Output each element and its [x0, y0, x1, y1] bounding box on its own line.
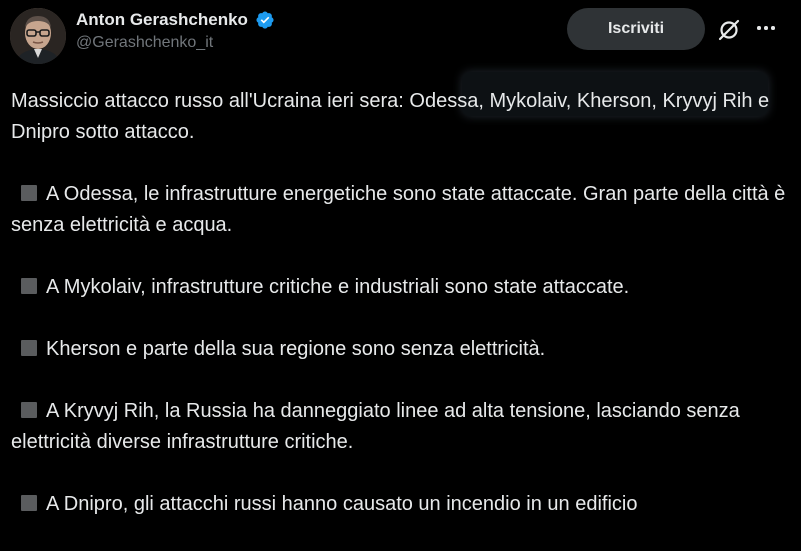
- bullet-text: A Dnipro, gli attacchi russi hanno causa…: [46, 493, 638, 515]
- black-square-icon: [21, 278, 37, 294]
- tweet-bullet-kryvyj-rih: A Kryvyj Rih, la Russia ha danneggiato l…: [11, 396, 796, 458]
- bullet-text: A Odessa, le infrastrutture energetiche …: [11, 183, 786, 236]
- tweet-bullet-mykolaiv: A Mykolaiv, infrastrutture critiche e in…: [11, 272, 796, 303]
- tweet-bullet-kherson: Kherson e parte della sua regione sono s…: [11, 334, 796, 365]
- dot-icon: [771, 26, 775, 30]
- subscribe-button[interactable]: Iscriviti: [567, 8, 705, 50]
- black-square-icon: [21, 185, 37, 201]
- author-handle[interactable]: @Gerashchenko_it: [76, 34, 275, 52]
- tweet-header: Anton Gerashchenko @Gerashchenko_it Iscr…: [0, 0, 801, 70]
- dot-icon: [764, 26, 768, 30]
- slashed-circle-icon[interactable]: [716, 17, 742, 43]
- bullet-text: A Kryvyj Rih, la Russia ha danneggiato l…: [11, 400, 740, 453]
- tweet-bullet-dnipro: A Dnipro, gli attacchi russi hanno causa…: [11, 489, 796, 520]
- tweet-text: Massiccio attacco russo all'Ucraina ieri…: [11, 86, 796, 551]
- black-square-icon: [21, 495, 37, 511]
- dot-icon: [757, 26, 761, 30]
- bullet-text: A Mykolaiv, infrastrutture critiche e in…: [46, 276, 630, 298]
- black-square-icon: [21, 402, 37, 418]
- author-block: Anton Gerashchenko @Gerashchenko_it: [76, 10, 275, 52]
- author-display-name[interactable]: Anton Gerashchenko: [76, 10, 248, 30]
- black-square-icon: [21, 340, 37, 356]
- avatar[interactable]: [10, 8, 66, 64]
- more-horizontal-icon[interactable]: [752, 14, 780, 42]
- tweet-bullet-odessa: A Odessa, le infrastrutture energetiche …: [11, 179, 796, 241]
- tweet-intro: Massiccio attacco russo all'Ucraina ieri…: [11, 90, 770, 143]
- verified-badge-icon: [255, 10, 275, 30]
- bullet-text: Kherson e parte della sua regione sono s…: [46, 338, 546, 360]
